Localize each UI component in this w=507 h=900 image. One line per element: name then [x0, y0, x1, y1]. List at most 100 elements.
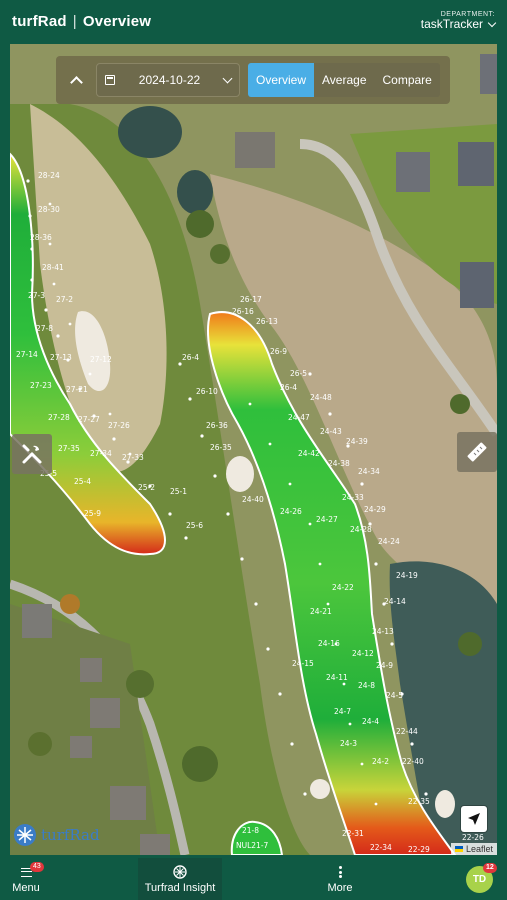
tools-button[interactable] — [12, 434, 52, 474]
nav-menu-label: Menu — [12, 882, 40, 894]
hole-label: 24-4 — [362, 717, 379, 726]
hole-label: 26-35 — [210, 443, 232, 452]
title-separator: | — [72, 12, 77, 30]
collapse-toolbar-button[interactable] — [64, 62, 88, 98]
location-arrow-icon — [468, 813, 480, 825]
hole-label: 22-40 — [402, 757, 424, 766]
hole-label: 28-24 — [38, 171, 60, 180]
logo-text: turfRad — [41, 826, 100, 844]
view-mode-switch: Overview Average Compare — [248, 63, 440, 97]
hole-label: 24-9 — [376, 661, 393, 670]
more-vertical-icon — [338, 866, 342, 878]
hole-label: 27-23 — [30, 381, 52, 390]
hole-label: 24-24 — [378, 537, 400, 546]
hole-label: 22-34 — [370, 843, 392, 852]
department-label: DEPARTMENT: — [440, 10, 495, 18]
hole-label: 26-4 — [182, 353, 199, 362]
hole-label: 28-41 — [42, 263, 64, 272]
nav-insight-label: Turfrad Insight — [144, 882, 216, 894]
hole-label: NUL21-7 — [236, 841, 269, 850]
hole-label: 24-43 — [320, 427, 342, 436]
hole-label: 26-9 — [270, 347, 287, 356]
hole-label: 27-34 — [90, 449, 112, 458]
hole-label: 24-29 — [364, 505, 386, 514]
department-value: taskTracker — [420, 17, 483, 32]
user-avatar[interactable]: TD 12 — [466, 863, 497, 893]
hole-label: 25-4 — [74, 477, 91, 486]
department-selector[interactable]: DEPARTMENT: taskTracker — [420, 10, 497, 32]
hole-label: 27-13 — [50, 353, 72, 362]
hole-label: 24-21 — [310, 607, 332, 616]
hole-label: 27-27 — [78, 415, 100, 424]
chevron-down-icon — [222, 73, 233, 83]
date-picker[interactable]: 2024-10-22 — [96, 63, 240, 97]
aerial-map: 28-24 28-30 28-36 28-41 27-3 27-2 27-8 2… — [10, 44, 497, 855]
avatar-initials: TD — [472, 874, 487, 885]
nav-more[interactable]: More — [320, 858, 360, 900]
hole-label: 26-5 — [290, 369, 307, 378]
hole-label: 24-14 — [384, 597, 406, 606]
hole-label: 28-36 — [30, 233, 52, 242]
hole-label: 28-30 — [38, 205, 60, 214]
hole-label: 22-29 — [408, 845, 430, 854]
page-title: Overview — [82, 12, 152, 30]
view-compare-button[interactable]: Compare — [375, 63, 440, 97]
hole-label: 25-1 — [170, 487, 187, 496]
map-toolbar: 2024-10-22 Overview Average Compare — [56, 56, 450, 104]
hole-label: 24-40 — [242, 495, 264, 504]
hole-label: 24-19 — [396, 571, 418, 580]
view-overview-button[interactable]: Overview — [248, 63, 315, 97]
hole-label: 27-12 — [90, 355, 112, 364]
hole-label: 24-42 — [298, 449, 320, 458]
hole-label: 24-5 — [386, 691, 403, 700]
date-value: 2024-10-22 — [138, 73, 201, 87]
insight-icon — [173, 865, 187, 879]
hole-label: 26-10 — [196, 387, 218, 396]
hole-label: 25-9 — [84, 509, 101, 518]
hole-label: 26-4 — [280, 383, 297, 392]
hole-label: 24-12 — [352, 649, 374, 658]
hole-label: 24-3 — [340, 739, 357, 748]
hole-label: 22-26 — [462, 833, 484, 842]
hole-label: 21-8 — [242, 826, 259, 835]
hole-label: 24-22 — [332, 583, 354, 592]
hole-label: 22-35 — [408, 797, 430, 806]
hole-label: 27-33 — [122, 453, 144, 462]
hole-label: 24-33 — [342, 493, 364, 502]
hole-label: 22-44 — [396, 727, 418, 736]
hole-label: 27-21 — [66, 385, 88, 394]
hole-label: 26-16 — [232, 307, 254, 316]
chevron-up-icon — [69, 76, 83, 89]
attribution-link[interactable]: Leaflet — [466, 844, 493, 854]
hole-label: 24-16 — [318, 639, 340, 648]
hole-label: 27-14 — [16, 350, 38, 359]
tools-icon — [22, 444, 42, 464]
hole-label: 27-28 — [48, 413, 70, 422]
hole-label: 22-31 — [342, 829, 364, 838]
hole-label: 27-35 — [58, 444, 80, 453]
hole-label: 24-8 — [358, 681, 375, 690]
nav-menu[interactable]: Menu 43 — [0, 858, 52, 900]
hole-label: 27-3 — [28, 291, 45, 300]
hole-label: 24-47 — [288, 413, 310, 422]
hole-label: 24-15 — [292, 659, 314, 668]
nav-turfrad-insight[interactable]: Turfrad Insight — [138, 858, 222, 900]
hole-label: 24-27 — [316, 515, 338, 524]
map-view[interactable]: 28-24 28-30 28-36 28-41 27-3 27-2 27-8 2… — [10, 44, 497, 855]
ruler-icon — [467, 442, 487, 462]
nav-more-label: More — [327, 882, 353, 894]
measure-button[interactable] — [457, 432, 497, 472]
map-frame: 28-24 28-30 28-36 28-41 27-3 27-2 27-8 2… — [0, 42, 507, 858]
app-root: turfRad | Overview DEPARTMENT: taskTracker — [0, 0, 507, 900]
top-header: turfRad | Overview DEPARTMENT: taskTracker — [0, 0, 507, 42]
hole-label: 24-7 — [334, 707, 351, 716]
hole-label: 24-28 — [350, 525, 372, 534]
hole-label: 27-8 — [36, 324, 53, 333]
view-average-button[interactable]: Average — [314, 63, 374, 97]
avatar-badge: 12 — [483, 863, 497, 873]
turfrad-logo: turfRad — [12, 822, 100, 848]
leaflet-attribution[interactable]: Leaflet — [450, 843, 497, 855]
hole-label: 26-13 — [256, 317, 278, 326]
locate-button[interactable] — [461, 806, 487, 832]
hole-label: 24-2 — [372, 757, 389, 766]
